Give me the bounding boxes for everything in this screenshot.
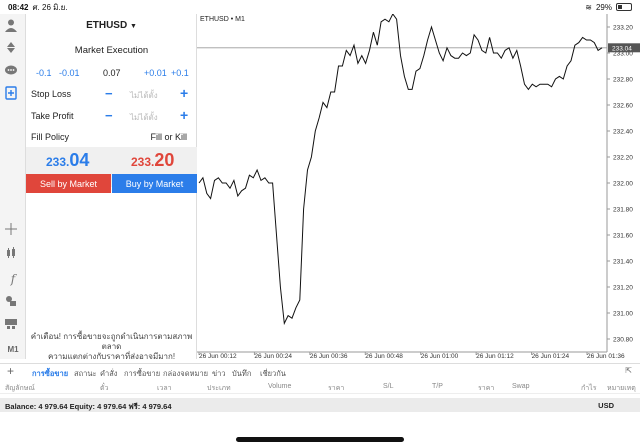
col-swap[interactable]: Swap (512, 383, 530, 390)
user-icon[interactable] (4, 18, 22, 36)
y-tick-label: 231.00 (613, 311, 633, 318)
chart-title: ETHUSD • M1 (200, 16, 245, 23)
y-tick-label: 231.60 (613, 233, 633, 240)
tab-news[interactable]: ข่าว (212, 368, 226, 380)
order-panel: ETHUSD ▼ Market Execution -0.1 -0.01 0.0… (26, 14, 197, 361)
volume-minus-0.1-button[interactable]: -0.1 (36, 68, 52, 78)
col-tp[interactable]: T/P (432, 383, 443, 390)
y-tick-label: 231.80 (613, 207, 633, 214)
templates-icon[interactable] (4, 316, 22, 334)
execution-mode[interactable]: Market Execution (26, 45, 197, 56)
take-profit-input[interactable]: ไม่ได้ตั้ง (130, 111, 158, 124)
stop-loss-row: Stop Loss − ไม่ได้ตั้ง + (26, 85, 197, 102)
trade-arrows-icon[interactable] (4, 40, 22, 58)
col-price[interactable]: ราคา (328, 383, 344, 394)
left-toolbar: f M1 (0, 14, 26, 359)
bid-price: 233.04 (46, 150, 90, 170)
chevron-down-icon: ▼ (129, 23, 137, 30)
x-tick-label: 26 Jun 00:24 (254, 353, 292, 359)
buy-by-market-button[interactable]: Buy by Market (112, 174, 197, 193)
col-volume[interactable]: Volume (268, 383, 291, 390)
y-tick-label: 231.20 (613, 285, 633, 292)
chart-svg: 233.20233.00232.80232.60232.40232.20232.… (197, 14, 640, 359)
y-tick-label: 230.80 (613, 337, 633, 344)
chat-icon[interactable] (4, 64, 22, 82)
current-price-label: 233.04 (612, 45, 632, 52)
col-profit[interactable]: กำไร (581, 383, 596, 394)
battery-text: 29% (595, 2, 612, 12)
volume-row: -0.1 -0.01 0.07 +0.01 +0.1 (26, 68, 197, 80)
col-sl[interactable]: S/L (383, 383, 394, 390)
volume-minus-0.01-button[interactable]: -0.01 (59, 68, 80, 78)
y-tick-label: 232.40 (613, 129, 633, 136)
wifi-icon: ≋ (585, 2, 592, 12)
stop-loss-plus-button[interactable]: + (180, 85, 188, 101)
x-tick-label: 26 Jun 00:36 (310, 353, 348, 359)
price-series-line (198, 14, 603, 326)
share-icon[interactable]: ⇱ (625, 366, 632, 375)
sell-by-market-button[interactable]: Sell by Market (26, 174, 111, 193)
tab-mailbox[interactable]: กล่องจดหมาย (163, 368, 208, 380)
currency: USD (598, 401, 614, 410)
execution-warning: คำเตือน! การซื้อขายจะถูกดำเนินการตามสภาพ… (30, 332, 193, 361)
volume-value[interactable]: 0.07 (103, 68, 121, 78)
crosshair-icon[interactable] (4, 222, 22, 240)
trade-table-header: สัญลักษณ์ ตั๋ว เวลา ประเภท Volume ราคา S… (0, 380, 640, 394)
new-order-icon[interactable] (4, 86, 22, 104)
volume-plus-0.1-button[interactable]: +0.1 (171, 68, 189, 78)
battery-icon (616, 3, 632, 11)
y-tick-label: 232.00 (613, 181, 633, 188)
x-tick-label: 26 Jun 01:00 (421, 353, 459, 359)
col-current-price[interactable]: ราคา (478, 383, 494, 394)
tab-journal[interactable]: บันทึก (232, 368, 251, 380)
x-tick-label: 26 Jun 01:24 (532, 353, 570, 359)
toolbox-tabs: + การซื้อขาย สถานะ คำสั่ง การซื้อขาย กล่… (0, 363, 640, 378)
y-tick-label: 231.40 (613, 259, 633, 266)
tab-positions[interactable]: สถานะ (74, 368, 97, 380)
price-chart[interactable]: 233.20 233.00 232.80 232.60 232.40 232.20 232.… (197, 14, 640, 359)
date: ศ. 26 มิ.ย. (32, 2, 68, 12)
y-tick-label: 232.60 (613, 103, 633, 110)
balance-bar: Balance: 4 979.64 Equity: 4 979.64 ฟรี: … (0, 398, 640, 412)
take-profit-label: Take Profit (31, 111, 74, 121)
col-symbol[interactable]: สัญลักษณ์ (5, 383, 35, 394)
x-tick-label: 26 Jun 01:36 (587, 353, 625, 359)
balance-text: Balance: 4 979.64 Equity: 4 979.64 ฟรี: … (5, 402, 172, 411)
fill-policy-value: Fill or Kill (150, 132, 187, 142)
y-tick-label: 233.20 (613, 25, 633, 32)
function-icon[interactable]: f (4, 270, 22, 288)
ask-price: 233.20 (131, 150, 175, 170)
col-type[interactable]: ประเภท (207, 383, 231, 394)
tab-orders[interactable]: คำสั่ง (100, 368, 117, 380)
timeframe-button[interactable]: M1 (4, 340, 22, 358)
stop-loss-label: Stop Loss (31, 89, 72, 99)
clock: 08:42 (8, 2, 29, 12)
tab-history[interactable]: การซื้อขาย (124, 368, 160, 380)
x-tick-label: 26 Jun 00:12 (199, 353, 237, 359)
col-time[interactable]: เวลา (157, 383, 172, 394)
stop-loss-minus-button[interactable]: − (105, 86, 113, 101)
stop-loss-input[interactable]: ไม่ได้ตั้ง (130, 89, 158, 102)
symbol-selector[interactable]: ETHUSD ▼ (26, 20, 197, 31)
col-ticket[interactable]: ตั๋ว (100, 383, 108, 394)
take-profit-plus-button[interactable]: + (180, 107, 188, 123)
home-indicator (236, 437, 404, 442)
objects-icon[interactable] (4, 294, 22, 312)
tab-signals[interactable]: เชี่ยวกัน (260, 368, 286, 380)
x-tick-label: 26 Jun 00:48 (365, 353, 403, 359)
take-profit-minus-button[interactable]: − (105, 108, 113, 123)
status-bar: 08:42 ศ. 26 มิ.ย. ≋ 29% (0, 0, 640, 14)
col-comment[interactable]: หมายเหตุ (607, 383, 636, 394)
x-tick-label: 26 Jun 01:12 (476, 353, 514, 359)
add-icon[interactable]: + (7, 364, 14, 378)
symbol-name: ETHUSD (86, 20, 128, 31)
tab-trade[interactable]: การซื้อขาย (32, 368, 68, 380)
y-tick-label: 232.20 (613, 155, 633, 162)
fill-policy-label: Fill Policy (31, 132, 70, 142)
y-tick-label: 232.80 (613, 77, 633, 84)
take-profit-row: Take Profit − ไม่ได้ตั้ง + (26, 107, 197, 124)
candles-icon[interactable] (4, 246, 22, 264)
volume-plus-0.01-button[interactable]: +0.01 (144, 68, 167, 78)
